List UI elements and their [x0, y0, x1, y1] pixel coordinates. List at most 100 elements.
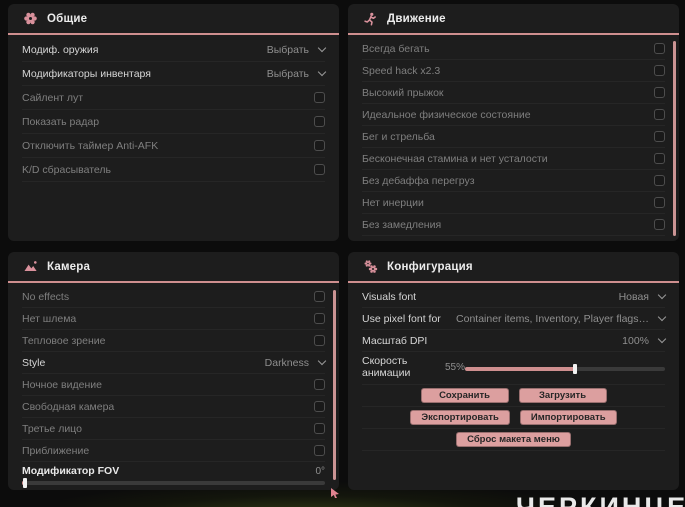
slider-track[interactable]	[465, 364, 665, 374]
scrollbar[interactable]	[333, 290, 336, 480]
row-label: Без дебаффа перегруз	[362, 174, 475, 187]
row-label: Нет шлема	[22, 312, 77, 325]
dropdown-row: Модификаторы инвентаря Выбрать	[22, 62, 327, 86]
checkbox[interactable]	[654, 219, 665, 230]
dropdown[interactable]: Container items, Inventory, Player flags…	[456, 312, 667, 325]
row-label: Use pixel font for	[362, 312, 441, 325]
row-label: Модификатор FOV	[22, 465, 120, 477]
checkbox-row[interactable]: Показать радар	[22, 110, 325, 134]
row-label: Третье лицо	[22, 422, 82, 435]
checkbox[interactable]	[654, 87, 665, 98]
dropdown-row: Масштаб DPI 100%	[362, 330, 667, 352]
checkbox[interactable]	[654, 153, 665, 164]
panel-config: Конфигурация Visuals font Новая Use pixel …	[348, 252, 679, 490]
checkbox-row[interactable]: Бег и стрельба	[362, 126, 665, 148]
checkbox-row[interactable]: Нет шлема	[22, 308, 325, 330]
row-label: Показать радар	[22, 115, 100, 128]
checkbox[interactable]	[314, 423, 325, 434]
checkbox[interactable]	[314, 379, 325, 390]
row-label: K/D сбрасыватель	[22, 163, 112, 176]
row-label: Отключить таймер Anti-AFK	[22, 139, 159, 152]
checkbox[interactable]	[314, 140, 325, 151]
button-row: Экспортировать Импортировать	[362, 407, 665, 429]
checkbox[interactable]	[654, 175, 665, 186]
chevron-down-icon	[317, 356, 327, 365]
slider-value: 55%	[444, 361, 465, 373]
checkbox-row[interactable]: K/D сбрасыватель	[22, 158, 325, 182]
action-button[interactable]: Сброс макета меню	[456, 432, 571, 447]
checkbox-row[interactable]: Свободная камера	[22, 396, 325, 418]
dropdown[interactable]: Новая	[618, 290, 667, 303]
checkbox-row[interactable]: No effects	[22, 286, 325, 308]
action-button[interactable]: Загрузить	[518, 388, 607, 403]
checkbox-row[interactable]: Ночное видение	[22, 374, 325, 396]
row-label: Бесконечная стамина и нет усталости	[362, 152, 548, 165]
panel-title: Движение	[387, 12, 446, 25]
checkbox[interactable]	[654, 43, 665, 54]
slider-handle[interactable]	[23, 478, 28, 488]
checkbox[interactable]	[314, 291, 325, 302]
checkbox-row[interactable]: Нет инерции	[362, 192, 665, 214]
checkbox[interactable]	[654, 65, 665, 76]
checkbox-row[interactable]: Идеальное физическое состояние	[362, 104, 665, 126]
checkbox-row[interactable]: Всегда бегать	[362, 38, 665, 60]
dropdown[interactable]: 100%	[622, 334, 667, 347]
gears-icon	[363, 259, 378, 274]
panel-general-header[interactable]: Общие	[8, 4, 339, 35]
action-button[interactable]: Экспортировать	[410, 410, 510, 425]
checkbox[interactable]	[654, 131, 665, 142]
checkbox[interactable]	[654, 197, 665, 208]
dropdown-row: Style Darkness	[22, 352, 327, 374]
slider-handle[interactable]	[573, 364, 577, 374]
dropdown-value: Выбрать	[266, 67, 309, 80]
row-label: Тепловое зрение	[22, 334, 106, 347]
checkbox-row[interactable]: Высокий прыжок	[362, 82, 665, 104]
checkbox[interactable]	[314, 92, 325, 103]
slider-row: Модификатор FOV 0°	[22, 462, 325, 490]
row-label: Ночное видение	[22, 378, 102, 391]
row-label: Visuals font	[362, 290, 417, 303]
scrollbar[interactable]	[673, 41, 676, 236]
row-label: Модификаторы инвентаря	[22, 67, 151, 80]
panel-movement-header[interactable]: Движение	[348, 4, 679, 35]
dropdown[interactable]: Выбрать	[266, 67, 327, 80]
row-label: Высокий прыжок	[362, 86, 444, 99]
checkbox[interactable]	[314, 445, 325, 456]
action-button[interactable]: Сохранить	[420, 388, 509, 403]
checkbox-row[interactable]: Без замедления	[362, 214, 665, 236]
panel-camera-header[interactable]: Камера	[8, 252, 339, 283]
dropdown-row: Visuals font Новая	[362, 286, 667, 308]
row-label: Нет инерции	[362, 196, 424, 209]
checkbox-row[interactable]: Отключить таймер Anti-AFK	[22, 134, 325, 158]
chevron-down-icon	[657, 290, 667, 299]
checkbox-row[interactable]: Тепловое зрение	[22, 330, 325, 352]
dropdown-value: Container items, Inventory, Player flags…	[456, 312, 649, 325]
checkbox-row[interactable]: Без дебаффа перегруз	[362, 170, 665, 192]
checkbox-row[interactable]: Приближение	[22, 440, 325, 462]
dropdown[interactable]: Darkness	[265, 356, 327, 369]
row-label: Без замедления	[362, 218, 442, 231]
dropdown[interactable]: Выбрать	[267, 43, 327, 56]
image-icon	[23, 259, 38, 274]
row-label: Speed hack x2.3	[362, 64, 441, 77]
checkbox-row[interactable]: Бесконечная стамина и нет усталости	[362, 148, 665, 170]
checkbox-row[interactable]: Третье лицо	[22, 418, 325, 440]
row-label: Сайлент лут	[22, 91, 84, 104]
slider-fill	[465, 367, 575, 371]
checkbox-row[interactable]: Сайлент лут	[22, 86, 325, 110]
checkbox[interactable]	[314, 313, 325, 324]
slider-track[interactable]	[22, 478, 325, 488]
dropdown-value: Новая	[618, 290, 649, 303]
row-label: Бег и стрельба	[362, 130, 435, 143]
checkbox-row[interactable]: Speed hack x2.3	[362, 60, 665, 82]
panel-config-header[interactable]: Конфигурация	[348, 252, 679, 283]
checkbox[interactable]	[314, 335, 325, 346]
action-button[interactable]: Импортировать	[519, 410, 617, 425]
checkbox[interactable]	[314, 164, 325, 175]
panel-title: Общие	[47, 12, 88, 25]
checkbox[interactable]	[654, 109, 665, 120]
checkbox[interactable]	[314, 401, 325, 412]
row-label: Модиф. оружия	[22, 43, 99, 56]
gear-flower-icon	[23, 11, 38, 26]
checkbox[interactable]	[314, 116, 325, 127]
